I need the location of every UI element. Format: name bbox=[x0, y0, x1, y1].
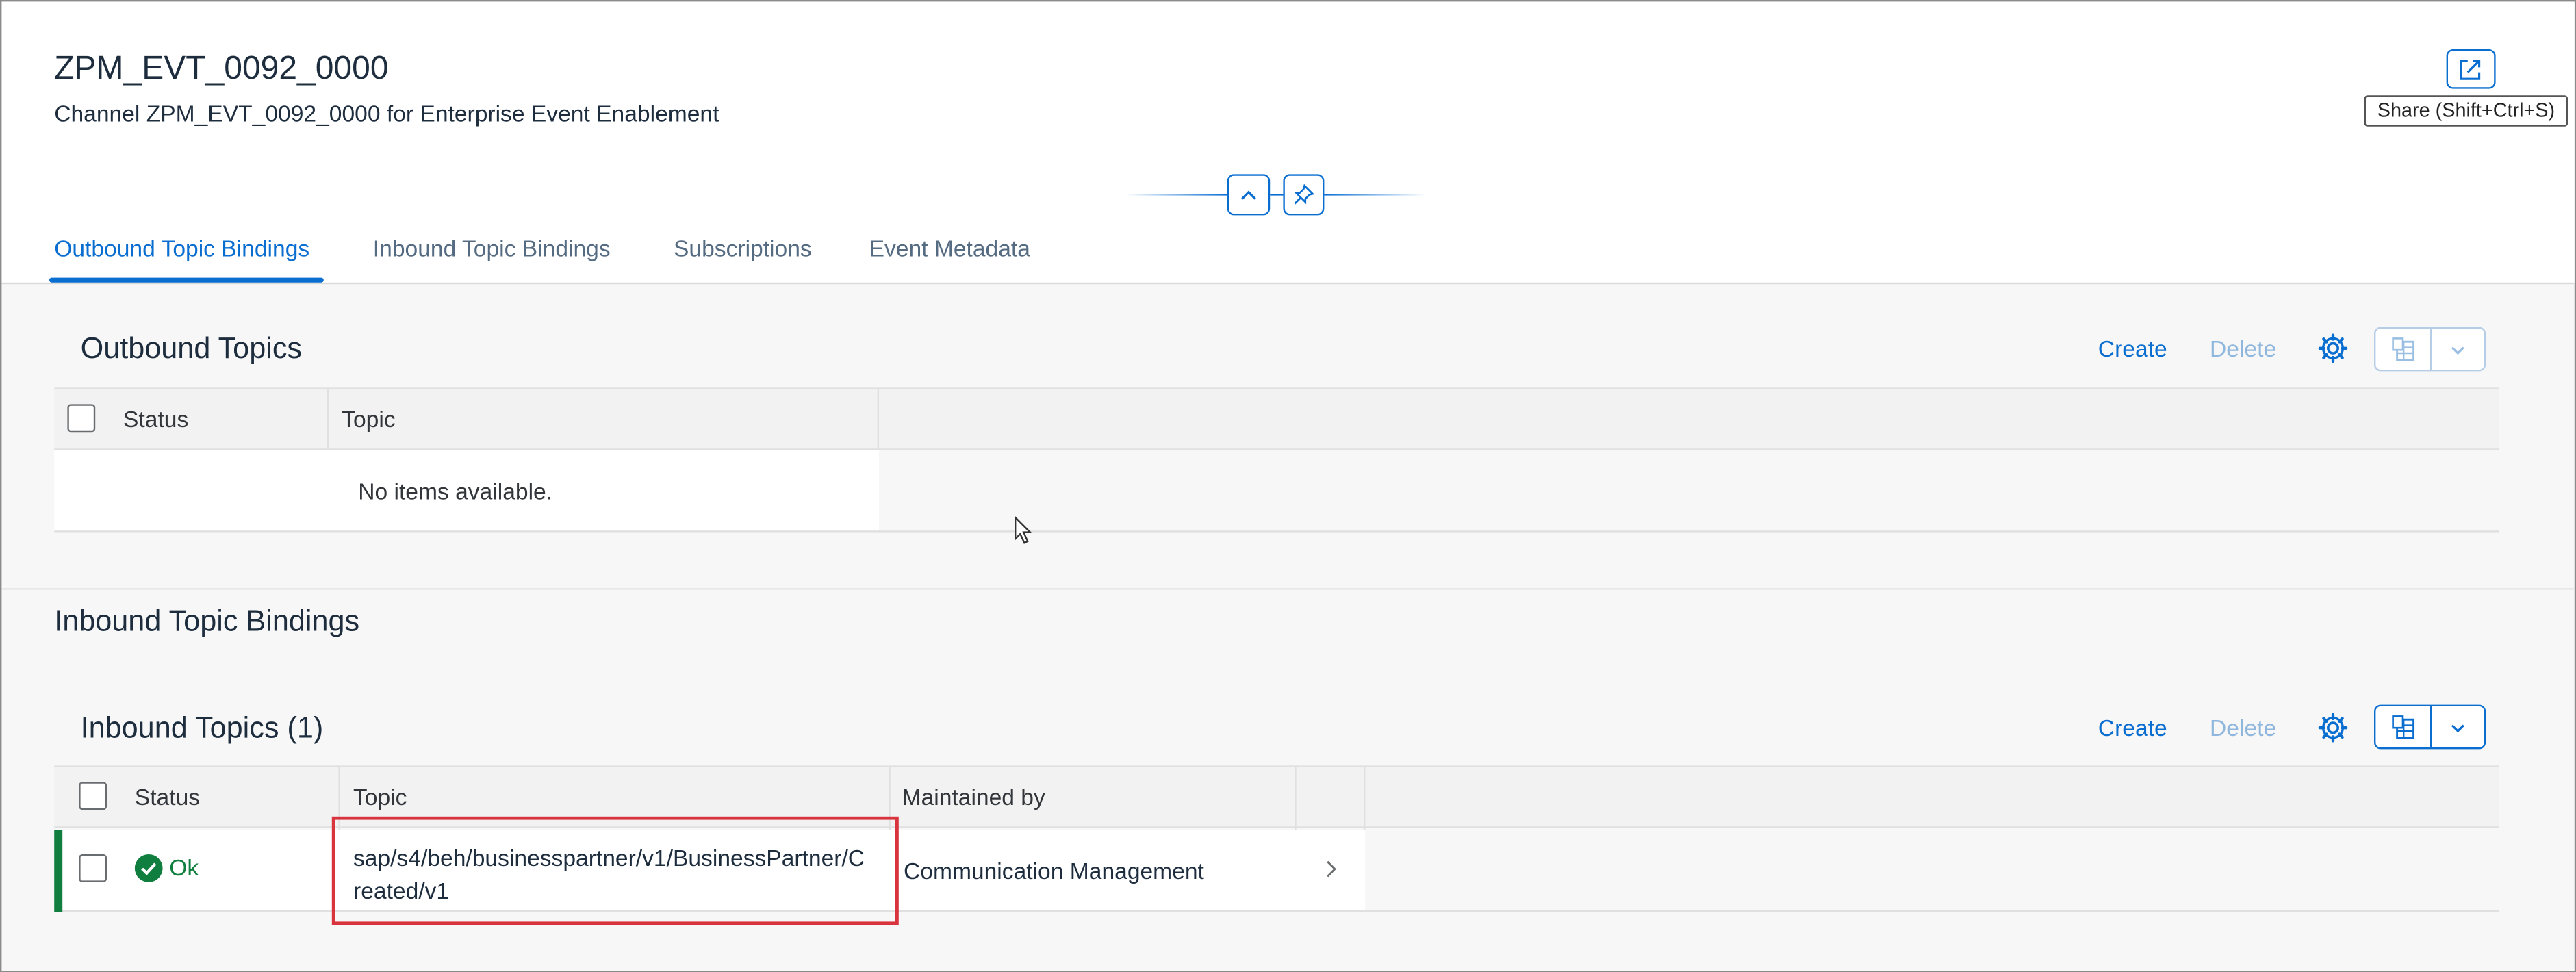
section-divider bbox=[1, 588, 2575, 590]
header-divider-line bbox=[1125, 194, 1227, 196]
chevron-right-icon[interactable] bbox=[1321, 858, 1341, 881]
chevron-down-icon[interactable] bbox=[2432, 329, 2484, 370]
active-tab-indicator bbox=[49, 277, 324, 283]
page-subtitle: Channel ZPM_EVT_0092_0000 for Enterprise… bbox=[54, 100, 719, 127]
outbound-select-all-checkbox[interactable] bbox=[67, 404, 96, 433]
gear-icon[interactable] bbox=[2317, 711, 2349, 744]
mouse-cursor-icon bbox=[1015, 515, 1032, 544]
column-header-topic[interactable]: Topic bbox=[342, 406, 395, 432]
header-divider-line bbox=[1324, 194, 1427, 196]
page-title: ZPM_EVT_0092_0000 bbox=[54, 51, 389, 88]
tab-inbound-topic-bindings[interactable]: Inbound Topic Bindings bbox=[373, 235, 611, 261]
pin-icon bbox=[1294, 183, 1315, 205]
row-select-checkbox[interactable] bbox=[79, 854, 107, 882]
tab-subscriptions[interactable]: Subscriptions bbox=[674, 235, 812, 261]
spreadsheet-export-icon[interactable] bbox=[2375, 329, 2432, 370]
maintained-by-cell: Communication Management bbox=[904, 857, 1204, 884]
gear-icon[interactable] bbox=[2317, 332, 2349, 365]
share-icon bbox=[2460, 60, 2481, 80]
outbound-create-button[interactable]: Create bbox=[2098, 335, 2167, 361]
table-bottom-border bbox=[1365, 910, 2499, 912]
inbound-topics-title: Inbound Topics (1) bbox=[80, 711, 324, 745]
inbound-section-title: Inbound Topic Bindings bbox=[54, 604, 360, 638]
collapse-header-button[interactable] bbox=[1227, 174, 1271, 216]
outbound-delete-button[interactable]: Delete bbox=[2210, 335, 2276, 361]
chevron-down-icon[interactable] bbox=[2432, 706, 2484, 747]
no-items-text: No items available. bbox=[358, 478, 553, 504]
column-header-maintained-by[interactable]: Maintained by bbox=[902, 784, 1045, 810]
tab-event-metadata[interactable]: Event Metadata bbox=[869, 235, 1030, 261]
inbound-select-all-checkbox[interactable] bbox=[79, 782, 107, 810]
outbound-topics-title: Outbound Topics bbox=[80, 331, 303, 365]
status-text: Ok bbox=[169, 854, 199, 881]
column-header-status[interactable]: Status bbox=[135, 784, 200, 810]
row-highlight-indicator bbox=[54, 830, 63, 912]
header-divider-line bbox=[1270, 194, 1284, 196]
inbound-delete-button[interactable]: Delete bbox=[2210, 715, 2276, 741]
outbound-table-header bbox=[54, 387, 2499, 450]
column-header-topic[interactable]: Topic bbox=[353, 784, 407, 810]
outbound-export-split-button[interactable] bbox=[2374, 327, 2486, 372]
table-bottom-border bbox=[879, 530, 2499, 533]
chevron-up-icon bbox=[1241, 190, 1256, 199]
tab-outbound-topic-bindings[interactable]: Outbound Topic Bindings bbox=[54, 235, 309, 261]
inbound-export-split-button[interactable] bbox=[2374, 704, 2486, 750]
pin-header-button[interactable] bbox=[1283, 174, 1325, 216]
column-divider bbox=[327, 389, 329, 449]
annotation-highlight-box bbox=[331, 816, 899, 925]
share-button[interactable] bbox=[2446, 49, 2496, 89]
inbound-create-button[interactable]: Create bbox=[2098, 715, 2167, 741]
column-header-status[interactable]: Status bbox=[123, 406, 188, 432]
spreadsheet-export-icon[interactable] bbox=[2375, 706, 2432, 747]
share-tooltip: Share (Shift+Ctrl+S) bbox=[2364, 95, 2568, 127]
check-circle-icon bbox=[134, 854, 163, 882]
